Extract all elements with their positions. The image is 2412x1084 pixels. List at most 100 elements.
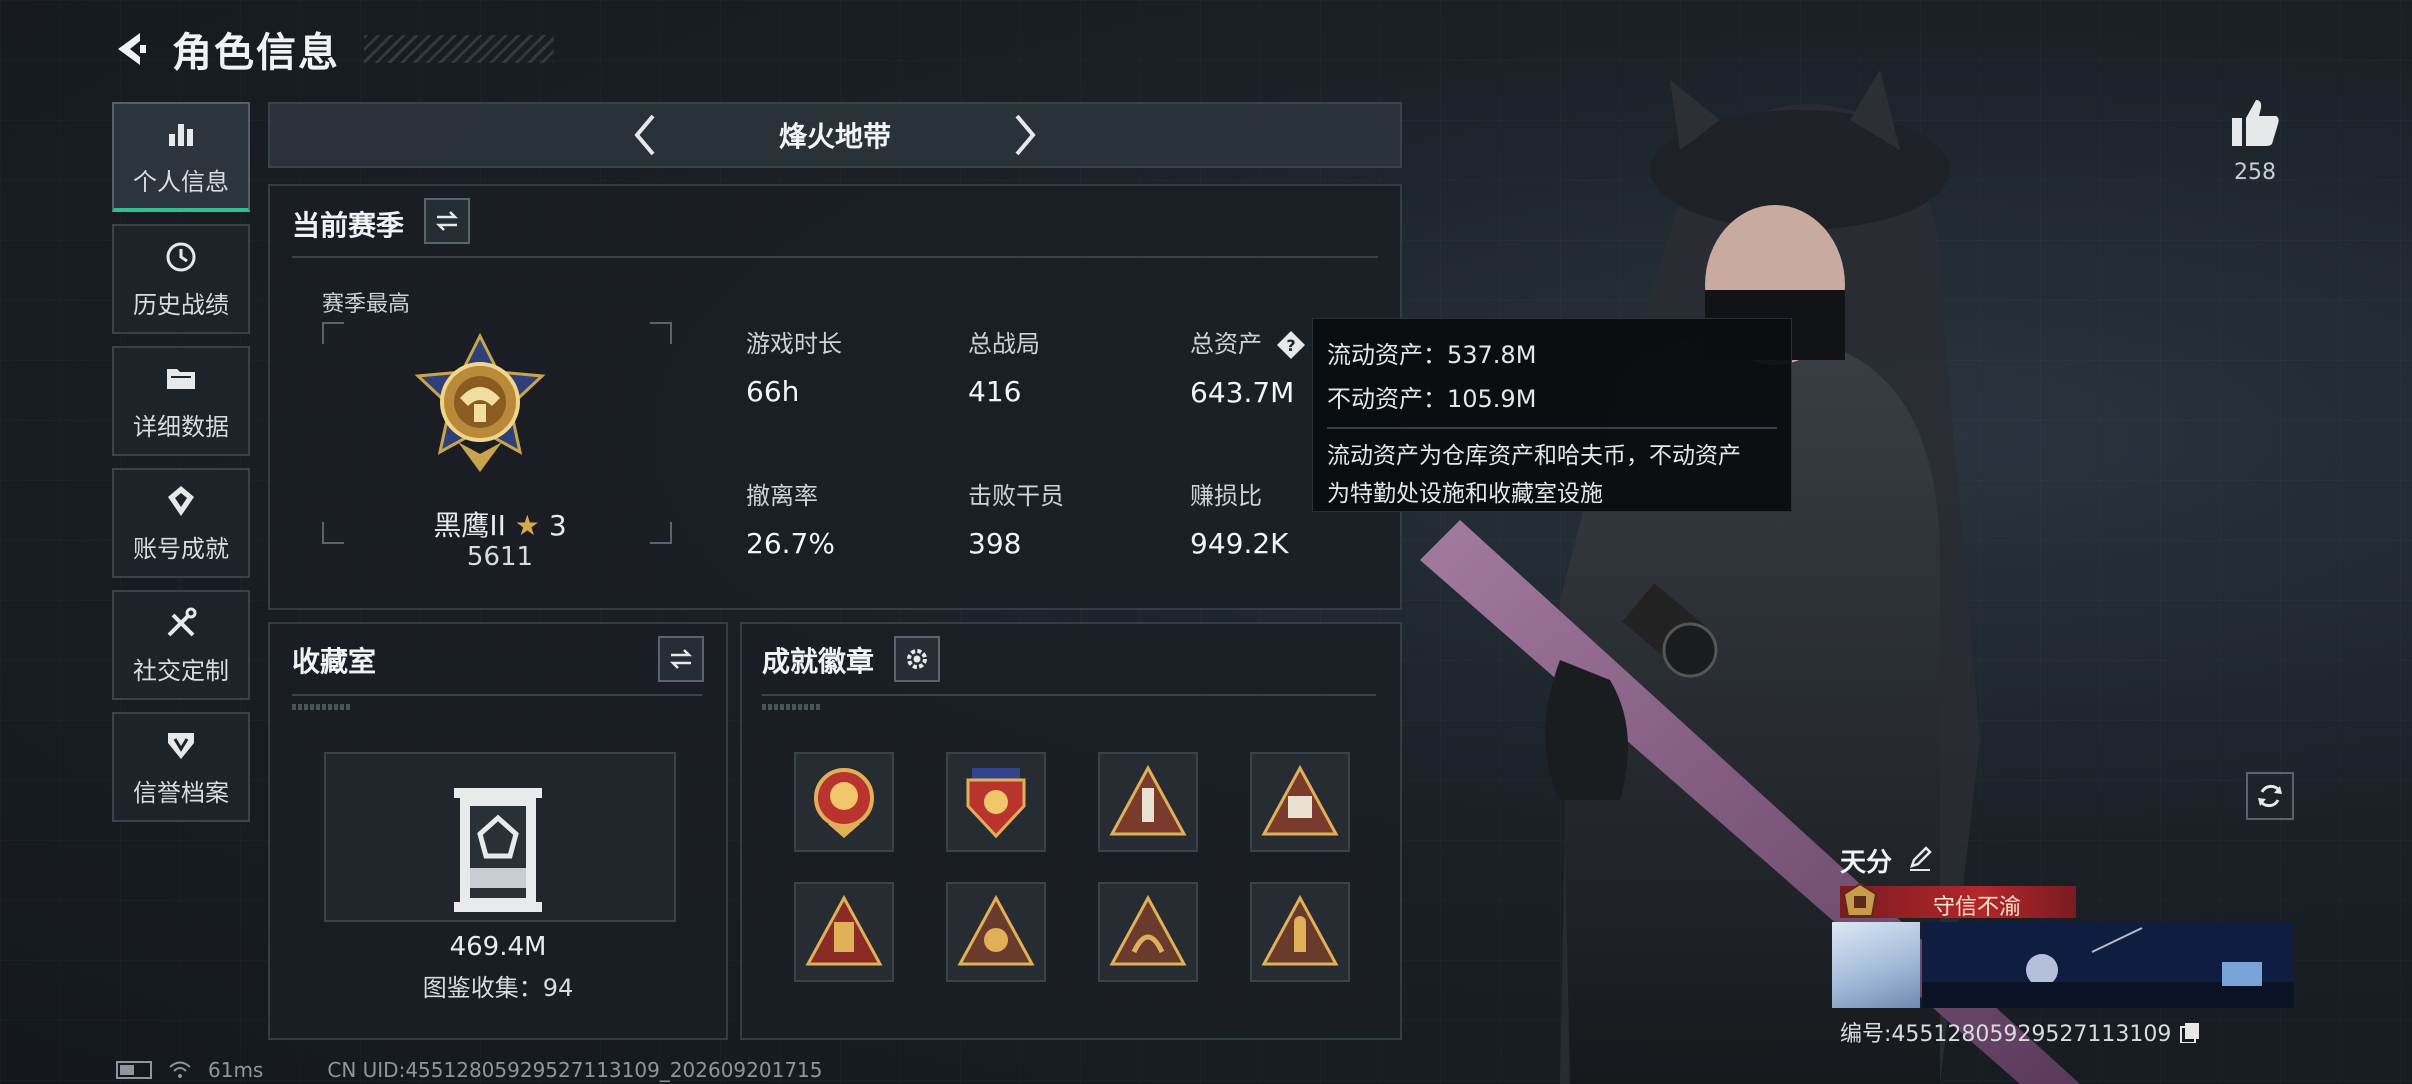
achievement-badge[interactable] (1250, 882, 1350, 982)
sidebar-item-label: 账号成就 (133, 534, 229, 563)
achievement-icon (168, 485, 194, 516)
stat-profit-ratio: 赚损比 949.2K (1190, 482, 1289, 560)
triangle-badge-icon (1261, 894, 1339, 966)
edit-icon[interactable] (1906, 844, 1934, 872)
copy-icon[interactable] (2179, 1021, 2201, 1043)
avatar[interactable] (1832, 922, 1920, 1008)
clock-icon (166, 242, 196, 271)
collection-room-panel[interactable]: 收藏室 469.4M 图鉴收集：94 (268, 622, 728, 1040)
stripe-decoration (292, 704, 352, 710)
stat-total-matches: 总战局 416 (968, 330, 1040, 408)
triangle-badge-icon (1109, 764, 1187, 836)
vault-icon (454, 788, 542, 912)
swap-icon (669, 649, 693, 669)
achievement-badge[interactable] (1250, 752, 1350, 852)
current-season-panel: 当前赛季 赛季最高 黑鹰II ★ 3 5611 游戏时长 66h 总战局 416… (268, 184, 1402, 610)
credit-status: 守信不渝 (1932, 895, 2021, 920)
triangle-badge-icon (1261, 764, 1339, 836)
season-best-label: 赛季最高 (322, 292, 411, 317)
back-button[interactable] (110, 27, 154, 71)
triangle-badge-icon (1109, 894, 1187, 966)
help-icon[interactable]: ? (1276, 330, 1306, 360)
gear-icon (907, 649, 927, 669)
sidebar: 个人信息 历史战绩 详细数据 账号成就 社交定制 信誉档案 (112, 102, 250, 822)
refresh-button[interactable] (2246, 772, 2294, 820)
achievements-settings-button[interactable] (894, 636, 940, 682)
credit-badge-icon (1842, 882, 1878, 917)
tools-icon (167, 607, 197, 636)
triangle-badge-icon (957, 894, 1035, 966)
refresh-icon (2258, 784, 2282, 808)
battery-icon (116, 1061, 152, 1079)
collection-title: 收藏室 (292, 645, 377, 678)
rank-name: 黑鹰II ★ 3 (433, 509, 567, 542)
section-divider (292, 694, 702, 696)
achievement-badge[interactable] (794, 882, 894, 982)
uid-footer: CN UID:4551280592952711310​9_20260920171… (327, 1058, 823, 1082)
back-arrow-icon (118, 33, 146, 65)
sidebar-item-personal-info[interactable]: 个人信息 (112, 102, 250, 212)
season-title: 当前赛季 (292, 209, 405, 242)
player-name: 天分 (1840, 848, 1893, 878)
swap-icon (435, 211, 459, 231)
achievement-badge[interactable] (1098, 882, 1198, 982)
chevron-left-icon[interactable] (625, 110, 665, 160)
achievements-title: 成就徽章 (762, 645, 875, 678)
tooltip-description-1: 流动资产为仓库资产和哈夫币，不动资产 (1327, 443, 1741, 469)
page-title: 角色信息 (172, 30, 340, 76)
triangle-badge-icon (805, 894, 883, 966)
wifi-icon (169, 1061, 191, 1078)
folder-icon (167, 368, 195, 389)
sidebar-item-detailed-data[interactable]: 详细数据 (112, 346, 250, 456)
achievement-badges-panel: 成就徽章 (740, 622, 1402, 1040)
fixed-assets: 不动资产：105.9M (1327, 385, 1537, 413)
profile-banner[interactable] (1922, 922, 2294, 1008)
sidebar-item-social-customize[interactable]: 社交定制 (112, 590, 250, 700)
season-switch-button[interactable] (424, 198, 470, 244)
collection-value: 469.4M (449, 932, 547, 962)
shield-badge-icon (966, 768, 1026, 839)
player-card: 天分 守信不渝 编号:4551280592952711310​9 (1832, 842, 2294, 1054)
stat-extraction-rate: 撤离率 26.7% (746, 482, 835, 560)
collection-switch-button[interactable] (658, 636, 704, 682)
title-decoration (364, 35, 554, 63)
svg-text:?: ? (1286, 336, 1295, 355)
mode-label: 烽火地带 (778, 120, 891, 153)
stat-play-time: 游戏时长 66h (746, 330, 842, 408)
mode-selector: 烽火地带 (268, 102, 1402, 168)
sidebar-item-label: 详细数据 (133, 412, 229, 441)
section-divider (292, 256, 1378, 258)
collection-count: 图鉴收集：94 (422, 974, 574, 1002)
like-count: 258 (2234, 160, 2276, 185)
tooltip-divider (1327, 427, 1777, 429)
sidebar-item-label: 信誉档案 (133, 778, 229, 807)
stat-total-assets: 总资产 ? 643.7M (1190, 324, 1306, 409)
section-divider (762, 694, 1376, 696)
achievement-badge[interactable] (794, 752, 894, 852)
sidebar-item-account-achievements[interactable]: 账号成就 (112, 468, 250, 578)
sidebar-item-history[interactable]: 历史战绩 (112, 224, 250, 334)
sidebar-item-label: 个人信息 (133, 167, 229, 196)
achievement-badge[interactable] (1098, 752, 1198, 852)
achievement-badge[interactable] (946, 882, 1046, 982)
chevron-right-icon[interactable] (1005, 110, 1045, 160)
achievement-badge[interactable] (946, 752, 1046, 852)
medal-badge-icon (814, 768, 874, 838)
rank-score: 5611 (466, 542, 534, 572)
assets-tooltip: 流动资产：537.8M 不动资产：105.9M 流动资产为仓库资产和哈夫币，不动… (1312, 318, 1792, 512)
stripe-decoration (762, 704, 822, 710)
bar-chart-icon (169, 123, 193, 146)
thumbs-up-icon[interactable] (2228, 96, 2282, 150)
ping: 61ms (208, 1058, 264, 1082)
stat-operators-defeated: 击败干员 398 (968, 482, 1064, 560)
status-bar: 61ms CN UID:4551280592952711310​9_202609… (116, 1058, 823, 1082)
sidebar-item-label: 历史战绩 (133, 290, 229, 319)
shield-icon (168, 732, 194, 759)
player-uid: 编号:4551280592952711310​9 (1840, 1016, 2201, 1048)
sidebar-item-label: 社交定制 (133, 656, 229, 685)
liquid-assets: 流动资产：537.8M (1327, 341, 1537, 369)
tooltip-description-2: 为特勤处设施和收藏室设施 (1327, 481, 1603, 507)
page-header: 角色信息 (110, 20, 554, 78)
sidebar-item-credit-file[interactable]: 信誉档案 (112, 712, 250, 822)
rank-medal-icon (414, 332, 546, 472)
